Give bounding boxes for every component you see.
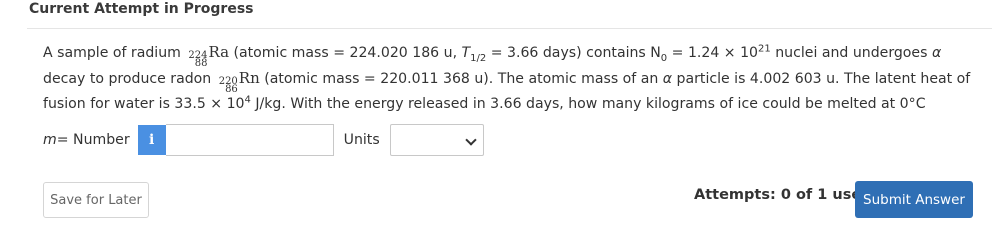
- answer-variable: m: [43, 132, 57, 148]
- radium-symbol: Ra: [208, 43, 230, 61]
- radon-nuclide-numbers: 220 86: [218, 76, 238, 95]
- page-title: Current Attempt in Progress: [29, 1, 254, 17]
- question-text: A sample of radium 224 88 Ra (atomic mass …: [43, 43, 971, 112]
- units-select[interactable]: [389, 124, 484, 156]
- answer-label: = Number: [56, 132, 130, 148]
- units-label: Units: [343, 132, 380, 148]
- radium-nuclide-numbers: 224 88: [188, 50, 208, 69]
- submit-answer-button[interactable]: Submit Answer: [855, 181, 973, 218]
- chevron-down-icon: [465, 134, 477, 146]
- attempts-counter: Attempts: 0 of 1 used: [694, 187, 872, 203]
- save-for-later-button[interactable]: Save for Later: [43, 182, 149, 218]
- radon-symbol: Rn: [238, 69, 260, 87]
- number-input[interactable]: [165, 124, 334, 156]
- answer-row: m = Number i Units: [43, 124, 484, 156]
- question-panel: A sample of radium 224 88 Ra (atomic mass …: [27, 28, 992, 236]
- info-icon[interactable]: i: [137, 125, 166, 155]
